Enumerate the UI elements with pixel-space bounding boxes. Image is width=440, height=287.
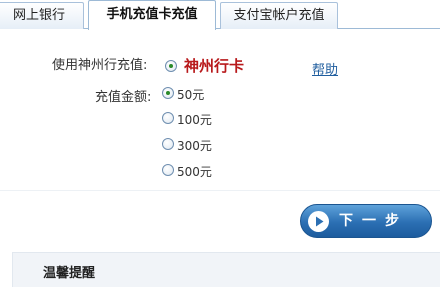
amount-option-label: 50元 [177, 88, 205, 102]
amount-radio-500[interactable] [162, 164, 174, 176]
tab-phone-card-recharge[interactable]: 手机充值卡充值 [88, 0, 216, 30]
recharge-form: 使用神州行充值: 神州行卡 帮助 充值金额: 50元 100元 300元 500… [0, 30, 440, 188]
section-divider [0, 190, 440, 191]
notice-title: 温馨提醒 [43, 266, 96, 281]
amount-radio-100[interactable] [162, 112, 174, 124]
play-arrow-icon [308, 211, 329, 232]
amount-radio-300[interactable] [162, 138, 174, 150]
bank-label: 使用神州行充值: [52, 58, 148, 73]
amount-label: 充值金额: [95, 90, 152, 105]
bank-option-label: 神州行卡 [184, 57, 245, 75]
help-link[interactable]: 帮助 [312, 59, 338, 78]
notice-panel: 温馨提醒 [12, 252, 440, 287]
bank-radio[interactable] [165, 60, 177, 72]
next-step-button[interactable]: 下一步 [300, 204, 432, 238]
amount-radio-50[interactable] [162, 87, 174, 99]
amount-option-label: 100元 [177, 113, 212, 127]
amount-option-label: 300元 [177, 139, 212, 153]
tab-online-banking[interactable]: 网上银行 [0, 2, 84, 29]
amount-option-label: 500元 [177, 165, 212, 179]
tab-bar: 网上银行 手机充值卡充值 支付宝帐户充值 [0, 0, 440, 30]
next-step-label: 下一步 [339, 213, 408, 229]
tab-alipay-recharge[interactable]: 支付宝帐户充值 [220, 2, 338, 29]
